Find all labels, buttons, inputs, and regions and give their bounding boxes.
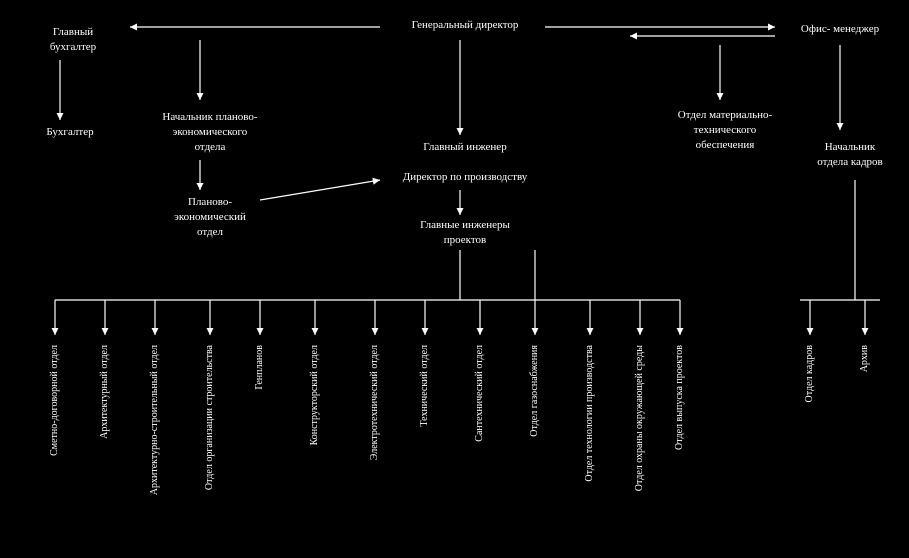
dept-1: Архитектурный отдел bbox=[98, 345, 111, 439]
node-chief-accountant: Главный бухгалтер bbox=[28, 25, 118, 55]
node-office-manager: Офис- менеджер bbox=[780, 22, 900, 37]
node-accountant: Бухгалтер bbox=[30, 125, 110, 140]
dept-8: Сантехнический отдел bbox=[473, 345, 486, 442]
node-planning-dept: Планово- экономический отдел bbox=[150, 195, 270, 240]
dept-2: Архитектурно-строительный отдел bbox=[148, 345, 161, 495]
dept-13: Отдел кадров bbox=[803, 345, 816, 402]
node-production-director: Директор по производству bbox=[370, 170, 560, 185]
dept-6: Электротехнический отдел bbox=[368, 345, 381, 460]
dept-7: Технический отдел bbox=[418, 345, 431, 427]
connectors bbox=[0, 0, 909, 558]
node-chief-project-engineers: Главные инженеры проектов bbox=[400, 218, 530, 248]
dept-14: Архив bbox=[858, 345, 871, 372]
dept-4: Генпланов bbox=[253, 345, 266, 390]
node-hr-head: Начальник отдела кадров bbox=[800, 140, 900, 170]
dept-3: Отдел организации строительства bbox=[203, 345, 216, 490]
dept-10: Отдел технологии производства bbox=[583, 345, 596, 482]
dept-0: Сметно-договорной отдел bbox=[48, 345, 61, 456]
node-chief-engineer: Главный инженер bbox=[395, 140, 535, 155]
node-mto: Отдел материально- технического обеспече… bbox=[650, 108, 800, 153]
node-head-planning: Начальник планово- экономического отдела bbox=[140, 110, 280, 155]
dept-12: Отдел выпуска проектов bbox=[673, 345, 686, 450]
dept-9: Отдел газоснабжения bbox=[528, 345, 541, 437]
dept-5: Конструкторский отдел bbox=[308, 345, 321, 445]
node-general-director: Генеральный директор bbox=[380, 18, 550, 33]
dept-11: Отдел охраны окружающей среды bbox=[633, 345, 646, 491]
